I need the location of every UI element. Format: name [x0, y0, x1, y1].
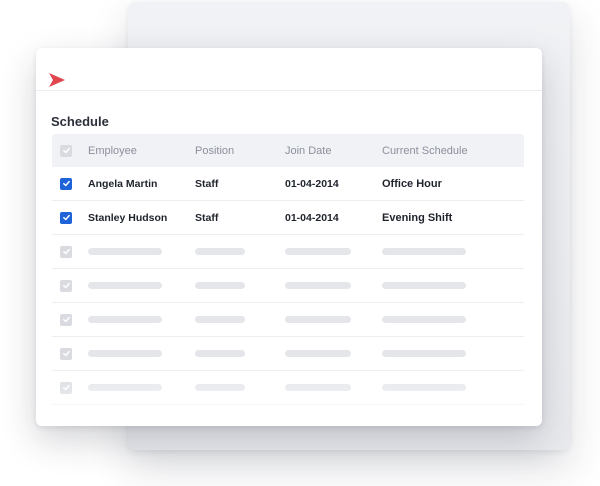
column-header-employee[interactable]: Employee	[88, 134, 137, 167]
placeholder-checkbox-cell	[60, 371, 72, 404]
row-checkbox[interactable]	[60, 177, 72, 190]
column-header-schedule[interactable]: Current Schedule	[382, 134, 468, 167]
placeholder-bar	[195, 350, 245, 357]
placeholder-row	[52, 235, 524, 269]
placeholder-bar	[382, 282, 466, 289]
column-header-join-date[interactable]: Join Date	[285, 134, 331, 167]
check-icon	[62, 350, 70, 357]
placeholder-row	[52, 269, 524, 303]
placeholder-cell	[285, 337, 351, 370]
placeholder-row	[52, 337, 524, 371]
placeholder-bar	[285, 282, 351, 289]
placeholder-checkbox-cell	[60, 269, 72, 302]
placeholder-bar	[382, 384, 466, 391]
select-all-cell	[60, 134, 72, 167]
placeholder-cell	[195, 235, 245, 268]
placeholder-bar	[195, 248, 245, 255]
placeholder-cell	[195, 371, 245, 404]
check-icon	[62, 282, 70, 289]
column-header-position[interactable]: Position	[195, 134, 234, 167]
top-bar	[36, 48, 542, 91]
placeholder-bar	[285, 350, 351, 357]
placeholder-bar	[88, 248, 162, 255]
employee-position: Staff	[195, 211, 219, 224]
placeholder-checkbox	[60, 381, 72, 394]
placeholder-checkbox-cell	[60, 303, 72, 336]
placeholder-cell	[382, 371, 466, 404]
placeholder-cell	[285, 303, 351, 336]
placeholder-cell	[88, 337, 162, 370]
placeholder-cell	[88, 371, 162, 404]
table-row[interactable]: Angela Martin Staff 01-04-2014 Office Ho…	[52, 167, 524, 201]
check-icon	[62, 248, 70, 255]
current-schedule: Office Hour	[382, 177, 442, 190]
placeholder-rows	[52, 235, 524, 405]
placeholder-cell	[382, 337, 466, 370]
placeholder-cell	[382, 269, 466, 302]
placeholder-cell	[88, 235, 162, 268]
placeholder-bar	[195, 282, 245, 289]
placeholder-cell	[195, 337, 245, 370]
placeholder-bar	[382, 350, 466, 357]
placeholder-bar	[285, 316, 351, 323]
placeholder-bar	[88, 282, 162, 289]
placeholder-bar	[88, 350, 162, 357]
placeholder-bar	[285, 384, 351, 391]
page-title: Schedule	[51, 114, 109, 129]
row-checkbox-cell	[60, 201, 72, 234]
join-date: 01-04-2014	[285, 177, 339, 190]
placeholder-cell	[88, 303, 162, 336]
placeholder-cell	[382, 303, 466, 336]
placeholder-bar	[88, 384, 162, 391]
join-date: 01-04-2014	[285, 211, 339, 224]
placeholder-bar	[88, 316, 162, 323]
placeholder-bar	[382, 248, 466, 255]
placeholder-checkbox	[60, 347, 72, 360]
placeholder-checkbox	[60, 245, 72, 258]
table-header: Employee Position Join Date Current Sche…	[52, 134, 524, 167]
employee-name: Stanley Hudson	[88, 211, 168, 224]
placeholder-bar	[195, 384, 245, 391]
schedule-window: Schedule Employee Position Join Date Cur…	[36, 48, 542, 426]
brand-logo-icon	[49, 73, 65, 87]
select-all-checkbox[interactable]	[60, 144, 72, 157]
placeholder-checkbox	[60, 313, 72, 326]
placeholder-cell	[88, 269, 162, 302]
placeholder-cell	[382, 235, 466, 268]
placeholder-row	[52, 303, 524, 337]
placeholder-checkbox-cell	[60, 235, 72, 268]
row-checkbox-cell	[60, 167, 72, 200]
check-icon	[62, 384, 70, 391]
placeholder-cell	[285, 235, 351, 268]
check-icon	[62, 316, 70, 323]
placeholder-cell	[285, 371, 351, 404]
placeholder-checkbox	[60, 279, 72, 292]
check-icon	[62, 147, 70, 154]
current-schedule: Evening Shift	[382, 211, 453, 224]
schedule-table: Employee Position Join Date Current Sche…	[52, 134, 524, 405]
employee-name: Angela Martin	[88, 177, 158, 190]
placeholder-cell	[285, 269, 351, 302]
table-row[interactable]: Stanley Hudson Staff 01-04-2014 Evening …	[52, 201, 524, 235]
check-icon	[62, 180, 70, 187]
placeholder-cell	[195, 269, 245, 302]
placeholder-cell	[195, 303, 245, 336]
employee-position: Staff	[195, 177, 219, 190]
placeholder-checkbox-cell	[60, 337, 72, 370]
placeholder-bar	[195, 316, 245, 323]
row-checkbox[interactable]	[60, 211, 72, 224]
placeholder-bar	[382, 316, 466, 323]
placeholder-bar	[285, 248, 351, 255]
check-icon	[62, 214, 70, 221]
placeholder-row	[52, 371, 524, 405]
